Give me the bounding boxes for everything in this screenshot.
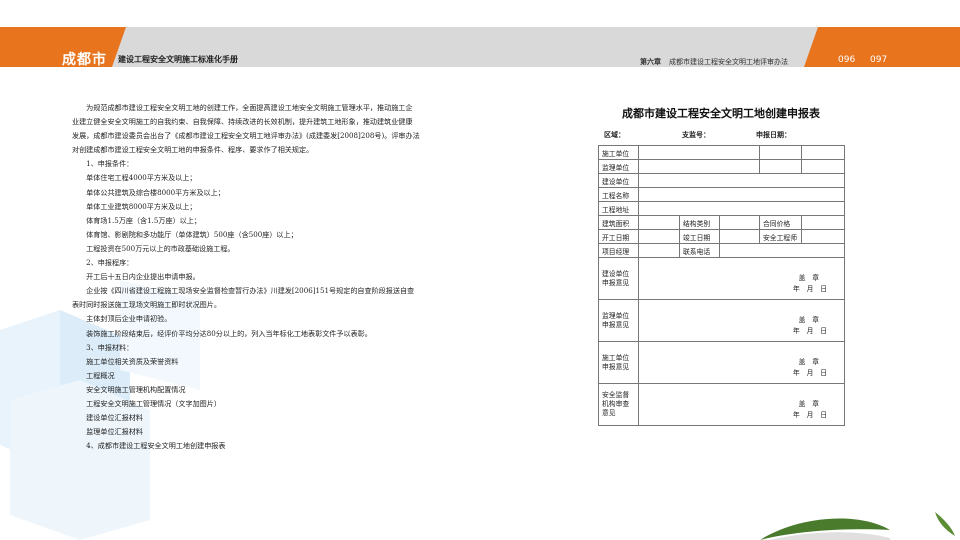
page-number-left: 096 — [838, 55, 856, 65]
paragraph: 开工后十五日内企业提出申请申报。 — [72, 272, 200, 282]
paragraph: 表时同时报送施工现场文明施工即时状况图片。 — [72, 300, 221, 310]
table-row: 施工单位申报意见 盖 章年 月 日 — [598, 341, 846, 384]
paragraph: 主体封顶后企业申请初验。 — [72, 314, 172, 324]
paragraph: 建设单位汇报材料 — [72, 413, 143, 423]
project-name-label: 工程名称 — [598, 187, 639, 202]
paragraph: 2、申报程序： — [72, 258, 134, 268]
owner-unit-field[interactable] — [637, 173, 846, 188]
paragraph: 企业按《四川省建设工程施工现场安全监督检查暂行办法》川建发[2006]151号规… — [72, 286, 415, 296]
table-row: 建设单位申报意见 盖 章年 月 日 — [598, 257, 846, 300]
form-title: 成都市建设工程安全文明工地创建申报表 — [622, 107, 820, 120]
building-area-field[interactable] — [638, 215, 680, 230]
handbook-title: 建设工程安全文明施工标准化手册 — [118, 55, 238, 64]
project-address-field[interactable] — [637, 201, 846, 216]
decorative-leaf — [760, 512, 955, 540]
contact-phone-label: 联系电话 — [679, 243, 720, 258]
table-row: 项目经理 联系电话 — [598, 243, 846, 258]
chapter-heading: 第六章 成都市建设工程安全文明工地评审办法 — [640, 57, 788, 67]
date-text: 年 月 日 — [793, 411, 828, 419]
page-number-right: 097 — [870, 55, 888, 65]
owner-opinion-field[interactable]: 盖 章年 月 日 — [637, 257, 846, 300]
chapter-title: 成都市建设工程安全文明工地评审办法 — [669, 58, 788, 66]
project-manager-label: 项目经理 — [598, 243, 639, 258]
paragraph: 业建立健全安全文明施工的自我约束、自我保障、持续改进的长效机制，提升建筑工地形象… — [72, 117, 413, 127]
safety-engineer-label: 安全工程师 — [759, 229, 803, 244]
paragraph: 工程投资在500万元以上的市政基础设施工程。 — [72, 243, 235, 253]
application-form-table: 施工单位 监理单位 建设单位 工程名称 工程地址 建筑面积 结构类别 合同价格 … — [598, 145, 846, 426]
building-area-label: 建筑面积 — [598, 215, 639, 230]
paragraph: 体育馆、影剧院和多功能厅（单体建筑）500座（含500座）以上； — [72, 229, 298, 239]
form-cell[interactable] — [759, 159, 803, 174]
table-row: 监理单位 — [598, 159, 846, 174]
safety-agency-opinion-label: 安全监督机构审查意见 — [598, 383, 639, 426]
stamp-text: 盖 章 — [798, 400, 820, 408]
project-name-field[interactable] — [637, 187, 846, 202]
body-text: 为规范成都市建设工程安全文明工地的创建工作，全面提高建设工地安全文明施工管理水平… — [72, 101, 432, 453]
region-label: 区域： — [604, 131, 625, 139]
paragraph: 体育场1.5万座（含1.5万座）以上； — [72, 215, 201, 225]
construction-unit-label: 施工单位 — [598, 145, 639, 160]
table-row: 施工单位 — [598, 145, 846, 160]
form-cell[interactable] — [801, 145, 846, 160]
paragraph: 监理单位汇报材料 — [72, 427, 143, 437]
paragraph: 对创建成都市建设工程安全文明工地的申报条件、程序、要求作了相关规定。 — [72, 145, 314, 155]
supervision-unit-field[interactable] — [637, 159, 761, 174]
paragraph: 为规范成都市建设工程安全文明工地的创建工作，全面提高建设工地安全文明施工管理水平… — [72, 103, 413, 112]
paragraph: 发展，成都市建设委员会出台了《成都市建设工程安全文明工地评审办法》(成建委发[2… — [72, 131, 420, 141]
project-address-label: 工程地址 — [598, 201, 639, 216]
finish-date-field[interactable] — [718, 229, 761, 244]
table-row: 工程名称 — [598, 187, 846, 202]
paragraph: 装饰施工阶段结束后，经评价平均分达80分以上的，列入当年标化工地表彰文件予以表彰… — [72, 328, 372, 338]
paragraph: 工程安全文明施工管理情况（文字加图片） — [72, 398, 221, 408]
form-cell[interactable] — [801, 159, 846, 174]
chapter-label: 第六章 — [640, 58, 661, 66]
construction-unit-field[interactable] — [637, 145, 761, 160]
structure-type-label: 结构类别 — [679, 215, 720, 230]
project-manager-field[interactable] — [638, 243, 680, 258]
paragraph: 单体工业建筑8000平方米及以上； — [72, 201, 197, 211]
paragraph: 1、申报条件： — [72, 159, 134, 169]
paragraph: 施工单位相关资质及荣誉资料 — [72, 356, 179, 366]
date-label: 申报日期： — [756, 131, 791, 139]
supervision-opinion-field[interactable]: 盖 章年 月 日 — [637, 299, 846, 342]
construction-opinion-label: 施工单位申报意见 — [598, 341, 639, 384]
paragraph: 安全文明施工管理机构配置情况 — [72, 384, 186, 394]
owner-opinion-label: 建设单位申报意见 — [598, 257, 639, 300]
paragraph: 单体住宅工程4000平方米及以上； — [72, 173, 197, 183]
contract-price-field[interactable] — [801, 215, 846, 230]
owner-unit-label: 建设单位 — [598, 173, 639, 188]
table-row: 开工日期 竣工日期 安全工程师 — [598, 229, 846, 244]
structure-type-field[interactable] — [718, 215, 761, 230]
stamp-text: 盖 章 — [798, 274, 820, 282]
station-label: 支监号： — [682, 131, 710, 139]
brand-logo: 成都市 — [62, 52, 107, 68]
supervision-unit-label: 监理单位 — [598, 159, 639, 174]
table-row: 建设单位 — [598, 173, 846, 188]
date-text: 年 月 日 — [793, 327, 828, 335]
paragraph: 工程概况 — [72, 370, 115, 380]
date-text: 年 月 日 — [793, 369, 828, 377]
form-cell[interactable] — [759, 145, 803, 160]
contract-price-label: 合同价格 — [759, 215, 803, 230]
start-date-field[interactable] — [638, 229, 680, 244]
paragraph: 4、成都市建设工程安全文明工地创建申报表 — [72, 441, 226, 451]
safety-agency-opinion-field[interactable]: 盖 章年 月 日 — [637, 383, 846, 426]
paragraph: 单体公共建筑及综合楼8000平方米及以上； — [72, 187, 225, 197]
table-row: 工程地址 — [598, 201, 846, 216]
supervision-opinion-label: 监理单位申报意见 — [598, 299, 639, 342]
table-row: 安全监督机构审查意见 盖 章年 月 日 — [598, 383, 846, 426]
safety-engineer-field[interactable] — [801, 229, 846, 244]
table-row: 监理单位申报意见 盖 章年 月 日 — [598, 299, 846, 342]
paragraph: 3、申报材料： — [72, 342, 134, 352]
finish-date-label: 竣工日期 — [679, 229, 720, 244]
construction-opinion-field[interactable]: 盖 章年 月 日 — [637, 341, 846, 384]
table-row: 建筑面积 结构类别 合同价格 — [598, 215, 846, 230]
start-date-label: 开工日期 — [598, 229, 639, 244]
stamp-text: 盖 章 — [798, 316, 820, 324]
stamp-text: 盖 章 — [798, 358, 820, 366]
date-text: 年 月 日 — [793, 285, 828, 293]
contact-phone-field[interactable] — [718, 243, 846, 258]
